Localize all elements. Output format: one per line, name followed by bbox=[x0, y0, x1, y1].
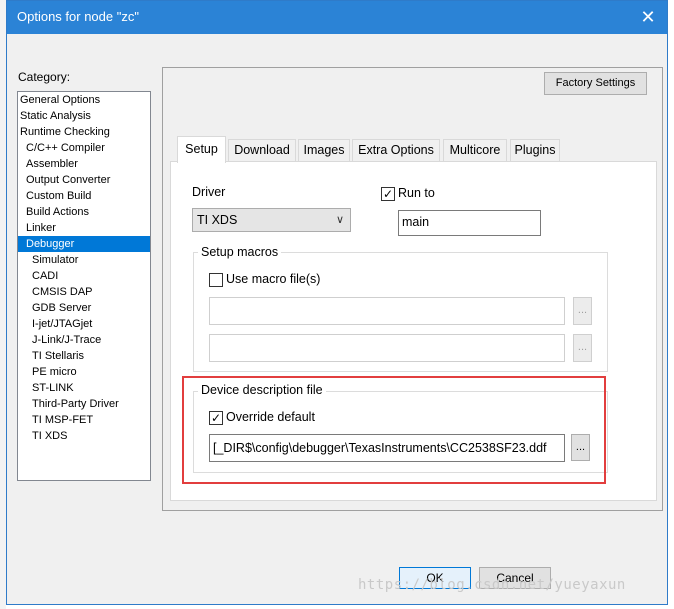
watermark: https://blog.csdn.net/yueyaxun bbox=[358, 577, 626, 593]
driver-select-value: TI XDS bbox=[197, 213, 238, 227]
tab-extra-options[interactable]: Extra Options bbox=[352, 139, 440, 161]
category-item[interactable]: Third-Party Driver bbox=[18, 396, 150, 412]
category-item[interactable]: PE micro bbox=[18, 364, 150, 380]
category-item[interactable]: Output Converter bbox=[18, 172, 150, 188]
run-to-checkbox[interactable]: ✓ bbox=[381, 187, 395, 201]
run-to-input[interactable]: main bbox=[398, 210, 541, 236]
dialog-title: Options for node "zc" bbox=[17, 9, 139, 24]
tab-download[interactable]: Download bbox=[228, 139, 296, 161]
title-bar[interactable]: Options for node "zc" ✕ bbox=[7, 1, 667, 34]
use-macro-label: Use macro file(s) bbox=[226, 272, 321, 286]
category-item[interactable]: Assembler bbox=[18, 156, 150, 172]
category-item[interactable]: Debugger bbox=[18, 236, 150, 252]
tab-multicore[interactable]: Multicore bbox=[443, 139, 507, 161]
category-label: Category: bbox=[18, 70, 71, 84]
tab-images[interactable]: Images bbox=[298, 139, 350, 161]
annotation-highlight-box bbox=[182, 376, 606, 484]
category-item[interactable]: CMSIS DAP bbox=[18, 284, 150, 300]
driver-select[interactable]: TI XDS ∨ bbox=[192, 208, 351, 232]
category-item[interactable]: General Options bbox=[18, 92, 150, 108]
category-item[interactable]: C/C++ Compiler bbox=[18, 140, 150, 156]
tab-setup[interactable]: Setup bbox=[177, 136, 226, 163]
close-icon[interactable]: ✕ bbox=[629, 1, 667, 34]
category-item[interactable]: TI XDS bbox=[18, 428, 150, 444]
category-item[interactable]: Simulator bbox=[18, 252, 150, 268]
macro-file-input-2[interactable] bbox=[209, 334, 565, 362]
driver-label: Driver bbox=[192, 185, 226, 199]
category-item[interactable]: I-jet/JTAGjet bbox=[18, 316, 150, 332]
check-icon: ✓ bbox=[382, 187, 394, 201]
category-item[interactable]: Static Analysis bbox=[18, 108, 150, 124]
category-item[interactable]: TI Stellaris bbox=[18, 348, 150, 364]
use-macro-checkbox[interactable] bbox=[209, 273, 223, 287]
tab-plugins[interactable]: Plugins bbox=[510, 139, 560, 161]
macro-file-input-1[interactable] bbox=[209, 297, 565, 325]
category-item[interactable]: ST-LINK bbox=[18, 380, 150, 396]
category-item[interactable]: Custom Build bbox=[18, 188, 150, 204]
category-item[interactable]: Runtime Checking bbox=[18, 124, 150, 140]
factory-settings-button[interactable]: Factory Settings bbox=[544, 72, 647, 95]
macro-browse-button-2[interactable]: ... bbox=[573, 334, 592, 362]
category-item[interactable]: GDB Server bbox=[18, 300, 150, 316]
macro-browse-button-1[interactable]: ... bbox=[573, 297, 592, 325]
category-item[interactable]: J-Link/J-Trace bbox=[18, 332, 150, 348]
chevron-down-icon: ∨ bbox=[335, 214, 344, 226]
category-item[interactable]: TI MSP-FET bbox=[18, 412, 150, 428]
run-to-label: Run to bbox=[398, 186, 435, 200]
category-list[interactable]: General Options Static Analysis Runtime Ch… bbox=[17, 91, 151, 481]
category-item[interactable]: Linker bbox=[18, 220, 150, 236]
setup-macros-legend: Setup macros bbox=[198, 245, 282, 259]
category-item[interactable]: Build Actions bbox=[18, 204, 150, 220]
category-item[interactable]: CADI bbox=[18, 268, 150, 284]
